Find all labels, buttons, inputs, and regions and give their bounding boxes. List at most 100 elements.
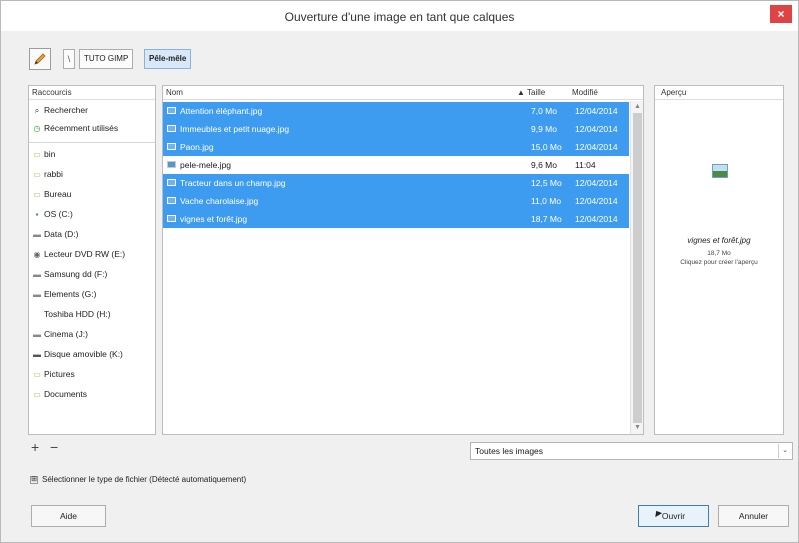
close-button[interactable]: × bbox=[770, 5, 792, 23]
file-name: vignes et forêt.jpg bbox=[180, 214, 248, 224]
drive-icon: ▬ bbox=[33, 330, 41, 339]
path-root-button[interactable]: \ bbox=[63, 49, 75, 69]
place-elements-g[interactable]: ▬ Elements (G:) bbox=[29, 285, 155, 303]
file-size: 12,5 Mo bbox=[531, 178, 562, 188]
file-name: Attention éléphant.jpg bbox=[180, 106, 263, 116]
place-label: Data (D:) bbox=[44, 229, 79, 239]
places-header[interactable]: Raccourcis bbox=[29, 86, 155, 100]
place-label: Lecteur DVD RW (E:) bbox=[44, 249, 126, 259]
file-size: 9,6 Mo bbox=[531, 160, 557, 170]
place-label: Samsung dd (F:) bbox=[44, 269, 108, 279]
place-removable-k[interactable]: ▬ Disque amovible (K:) bbox=[29, 345, 155, 363]
place-label: Disque amovible (K:) bbox=[44, 349, 123, 359]
file-modified: 12/04/2014 bbox=[575, 178, 618, 188]
help-button[interactable]: Aide bbox=[31, 505, 106, 527]
file-modified: 11:04 bbox=[575, 160, 596, 170]
table-row[interactable]: Paon.jpg 15,0 Mo 12/04/2014 bbox=[163, 138, 629, 156]
type-location-button[interactable] bbox=[29, 48, 51, 70]
place-os-c[interactable]: ▪ OS (C:) bbox=[29, 205, 155, 223]
file-type-expander[interactable]: ⊞ Sélectionner le type de fichier (Détect… bbox=[30, 475, 246, 484]
scroll-up-arrow-icon[interactable]: ▲ bbox=[631, 101, 644, 113]
search-icon: ⌕ bbox=[34, 106, 40, 115]
crumb-tuto-gimp[interactable]: TUTO GIMP bbox=[79, 49, 134, 69]
place-pictures[interactable]: ▭ Pictures bbox=[29, 365, 155, 383]
place-label: Elements (G:) bbox=[44, 289, 97, 299]
file-modified: 12/04/2014 bbox=[575, 124, 618, 134]
file-type-label: Sélectionner le type de fichier (Détecté… bbox=[42, 475, 247, 484]
place-label: Documents bbox=[44, 389, 87, 399]
open-button[interactable]: Ouvrir bbox=[638, 505, 709, 527]
file-modified: 12/04/2014 bbox=[575, 106, 618, 116]
preview-size: 18,7 Mo bbox=[707, 250, 731, 257]
optical-drive-icon: ◉ bbox=[33, 250, 41, 259]
place-rabbi[interactable]: ▭ rabbi bbox=[29, 165, 155, 183]
titlebar: Ouverture d'une image en tant que calque… bbox=[1, 1, 798, 31]
removable-drive-icon: ▬ bbox=[33, 350, 41, 359]
place-bureau[interactable]: ▭ Bureau bbox=[29, 185, 155, 203]
chevron-down-icon[interactable]: ⌄ bbox=[778, 444, 791, 458]
place-documents[interactable]: ▭ Documents bbox=[29, 385, 155, 403]
scroll-down-arrow-icon[interactable]: ▼ bbox=[631, 422, 644, 434]
place-dvd-e[interactable]: ◉ Lecteur DVD RW (E:) bbox=[29, 245, 155, 263]
place-recent[interactable]: ◷ Récemment utilisés bbox=[29, 119, 155, 137]
file-size: 15,0 Mo bbox=[531, 142, 562, 152]
preview-header: Aperçu bbox=[655, 86, 783, 100]
file-size: 9,9 Mo bbox=[531, 124, 557, 134]
place-toshiba-h[interactable]: Toshiba HDD (H:) bbox=[29, 305, 155, 323]
image-file-icon bbox=[167, 161, 176, 168]
table-row[interactable]: pele-mele.jpg 9,6 Mo 11:04 bbox=[163, 156, 629, 174]
preview-panel[interactable]: Aperçu vignes et forêt.jpg 18,7 Mo Cliqu… bbox=[654, 85, 784, 435]
column-modified[interactable]: Modifié bbox=[572, 86, 598, 100]
place-label: OS (C:) bbox=[44, 209, 73, 219]
file-name: Vache charolaise.jpg bbox=[180, 196, 259, 206]
file-name: Immeubles et petit nuage.jpg bbox=[180, 124, 290, 134]
file-name: Paon.jpg bbox=[180, 142, 214, 152]
table-row[interactable]: Attention éléphant.jpg 7,0 Mo 12/04/2014 bbox=[163, 102, 629, 120]
image-file-icon bbox=[167, 107, 176, 114]
window-title: Ouverture d'une image en tant que calque… bbox=[284, 10, 515, 24]
table-row[interactable]: Vache charolaise.jpg 11,0 Mo 12/04/2014 bbox=[163, 192, 629, 210]
add-bookmark-button[interactable]: + bbox=[31, 439, 39, 455]
crumb-pele-mele[interactable]: Pêle-mêle bbox=[144, 49, 192, 69]
place-bin[interactable]: ▭ bin bbox=[29, 145, 155, 163]
file-size: 18,7 Mo bbox=[531, 214, 562, 224]
table-row[interactable]: vignes et forêt.jpg 18,7 Mo 12/04/2014 bbox=[163, 210, 629, 228]
recent-icon: ◷ bbox=[33, 124, 41, 133]
column-name[interactable]: Nom bbox=[166, 86, 183, 100]
place-label: bin bbox=[44, 149, 56, 159]
file-filter-select[interactable]: Toutes les images ⌄ bbox=[470, 442, 793, 460]
expander-icon: ⊞ bbox=[30, 475, 38, 484]
drive-icon: ▬ bbox=[33, 230, 41, 239]
filter-value: Toutes les images bbox=[475, 446, 544, 456]
scroll-thumb[interactable] bbox=[633, 113, 642, 423]
table-row[interactable]: Immeubles et petit nuage.jpg 9,9 Mo 12/0… bbox=[163, 120, 629, 138]
file-list-scrollbar[interactable]: ▲ ▼ bbox=[630, 101, 643, 434]
image-thumbnail-icon bbox=[712, 164, 728, 178]
place-label: rabbi bbox=[44, 169, 63, 179]
file-list-header: Nom ▲ Taille Modifié bbox=[163, 86, 643, 100]
file-modified: 12/04/2014 bbox=[575, 196, 618, 206]
file-modified: 12/04/2014 bbox=[575, 214, 618, 224]
file-size: 7,0 Mo bbox=[531, 106, 557, 116]
remove-bookmark-button[interactable]: − bbox=[50, 439, 58, 455]
place-data-d[interactable]: ▬ Data (D:) bbox=[29, 225, 155, 243]
column-size[interactable]: ▲ Taille bbox=[517, 86, 545, 100]
place-cinema-j[interactable]: ▬ Cinema (J:) bbox=[29, 325, 155, 343]
drive-icon: ▬ bbox=[33, 290, 41, 299]
place-samsung-f[interactable]: ▬ Samsung dd (F:) bbox=[29, 265, 155, 283]
place-search[interactable]: ⌕ Rechercher bbox=[29, 101, 155, 119]
place-label: Récemment utilisés bbox=[44, 123, 119, 133]
preview-hint: Cliquez pour créer l'aperçu bbox=[680, 259, 758, 266]
image-file-icon bbox=[167, 215, 176, 222]
places-panel: Raccourcis ⌕ Rechercher ◷ Récemment utilis… bbox=[28, 85, 156, 435]
folder-icon: ▭ bbox=[33, 390, 41, 399]
image-file-icon bbox=[167, 125, 176, 132]
image-file-icon bbox=[167, 197, 176, 204]
cancel-button[interactable]: Annuler bbox=[718, 505, 789, 527]
place-label: Bureau bbox=[44, 189, 72, 199]
folder-icon: ▭ bbox=[33, 150, 41, 159]
pencil-icon bbox=[34, 53, 46, 65]
place-label: Toshiba HDD (H:) bbox=[44, 309, 111, 319]
folder-icon: ▭ bbox=[33, 170, 41, 179]
table-row[interactable]: Tracteur dans un champ.jpg 12,5 Mo 12/04… bbox=[163, 174, 629, 192]
